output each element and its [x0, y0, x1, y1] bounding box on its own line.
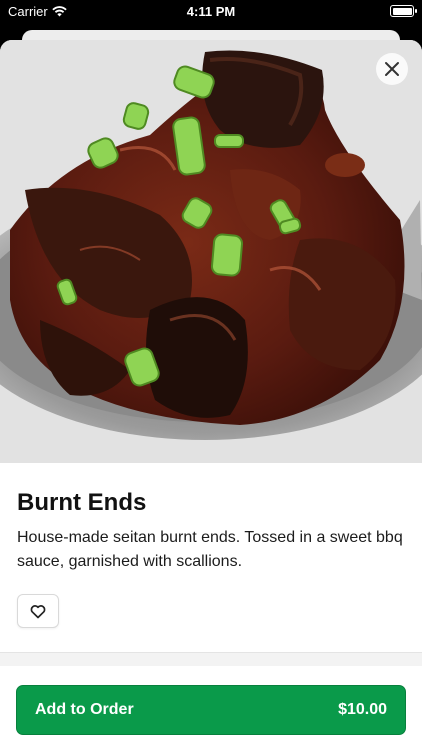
section-divider — [0, 652, 422, 666]
item-photo — [0, 40, 422, 463]
item-price: $10.00 — [338, 701, 387, 718]
item-title: Burnt Ends — [17, 489, 147, 516]
add-to-order-button[interactable]: Add to Order $10.00 — [16, 685, 406, 735]
close-icon — [385, 62, 399, 76]
add-to-order-label: Add to Order — [35, 701, 134, 718]
status-time: 4:11 PM — [186, 4, 236, 19]
burnt-ends-photo — [0, 40, 422, 463]
heart-icon — [30, 604, 46, 618]
battery-icon — [390, 5, 417, 17]
close-button[interactable] — [376, 53, 408, 85]
favorite-button[interactable] — [17, 594, 59, 628]
order-footer: Add to Order $10.00 — [0, 666, 422, 750]
status-bar: Carrier 4:11 PM — [0, 0, 422, 24]
item-description: House-made seitan burnt ends. Tossed in … — [17, 529, 403, 570]
item-detail-sheet: Burnt Ends House-made seitan burnt ends.… — [0, 40, 422, 750]
